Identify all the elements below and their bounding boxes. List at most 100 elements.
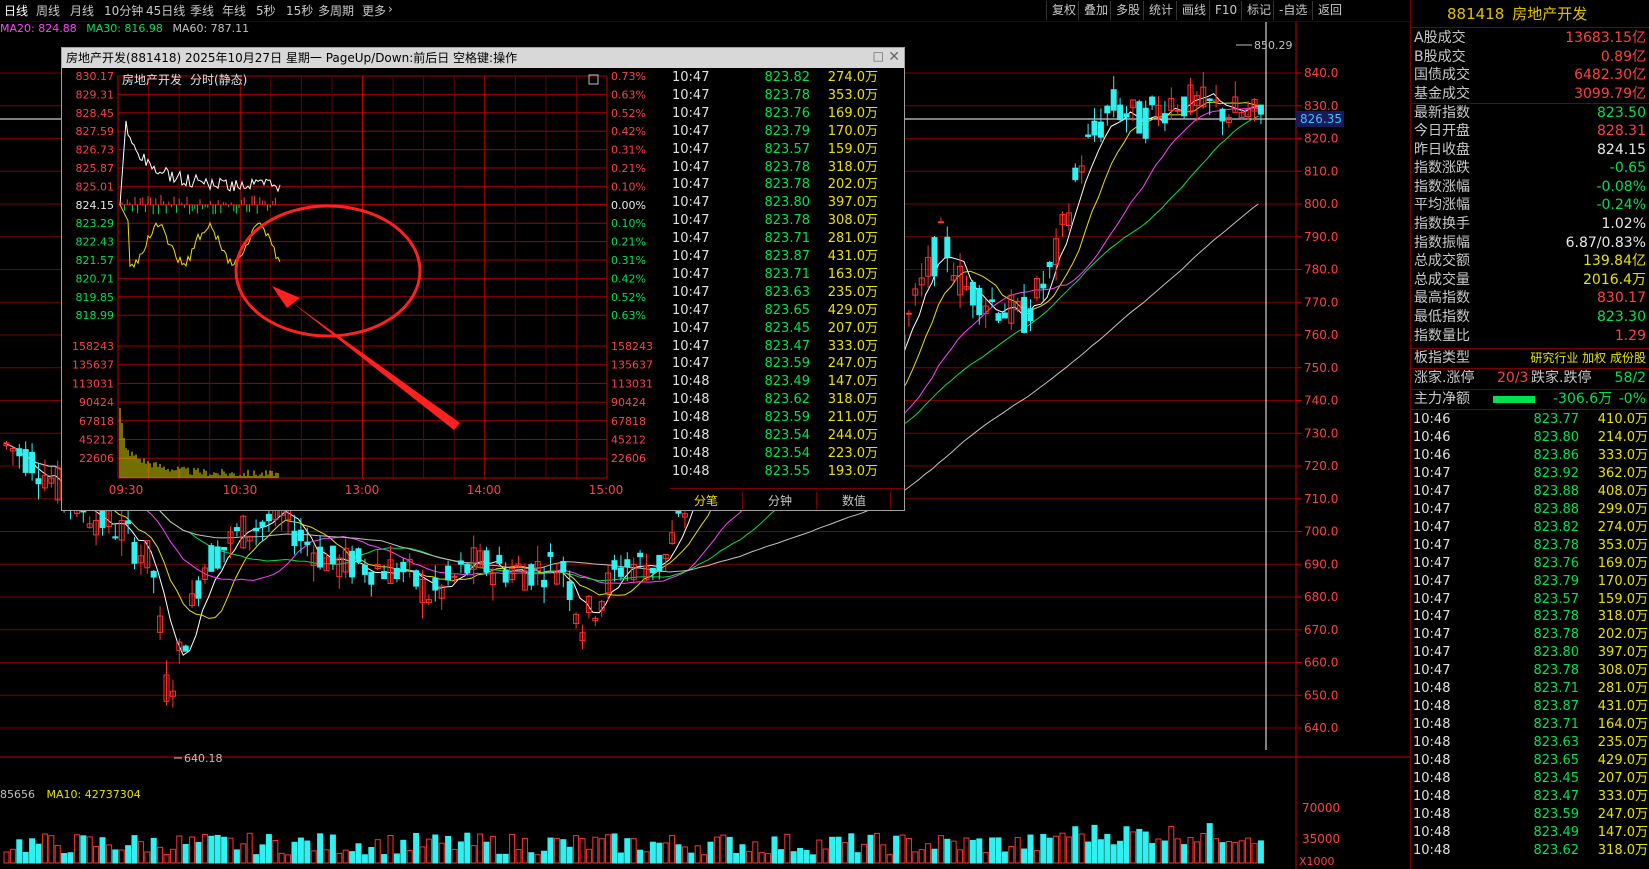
candle[interactable] <box>221 546 228 551</box>
period-tab-9[interactable]: 多周期 <box>318 2 354 19</box>
candle[interactable] <box>1219 108 1226 122</box>
candle[interactable] <box>317 546 324 568</box>
toolbar-button-5[interactable]: F10 <box>1209 1 1242 20</box>
candle[interactable] <box>457 560 464 565</box>
candle[interactable] <box>355 548 362 563</box>
candle[interactable] <box>1021 296 1028 333</box>
period-tab-8[interactable]: 15秒 <box>286 2 313 19</box>
toolbar-button-6[interactable]: 标记 <box>1241 1 1276 20</box>
candle[interactable] <box>1001 312 1008 319</box>
candle[interactable] <box>432 577 439 591</box>
candle[interactable] <box>1142 107 1149 139</box>
candle[interactable] <box>541 579 548 588</box>
period-tab-7[interactable]: 5秒 <box>256 2 276 19</box>
period-tab-0[interactable]: 日线 <box>4 2 28 19</box>
toolbar-button-2[interactable]: 多股 <box>1110 1 1145 20</box>
maximize-icon[interactable]: □ <box>873 49 884 63</box>
candle[interactable] <box>214 546 221 569</box>
candle[interactable] <box>131 541 138 564</box>
candle[interactable] <box>931 237 938 277</box>
candle[interactable] <box>233 527 240 532</box>
candle[interactable] <box>617 567 624 577</box>
chevron-right-icon[interactable]: › <box>388 2 393 16</box>
candle[interactable] <box>1174 109 1181 112</box>
candle[interactable] <box>445 565 452 581</box>
toolbar-button-4[interactable]: 画线 <box>1176 1 1211 20</box>
candle[interactable] <box>451 575 458 578</box>
candle[interactable] <box>112 536 119 539</box>
candle[interactable] <box>1097 121 1104 138</box>
candle[interactable] <box>400 561 407 573</box>
popup-tab-0[interactable]: 分笔 <box>670 492 743 509</box>
candle[interactable] <box>502 569 509 583</box>
candle[interactable] <box>297 529 304 541</box>
candle[interactable] <box>1123 113 1130 118</box>
candle[interactable] <box>937 221 944 224</box>
candle[interactable] <box>656 554 663 572</box>
candle[interactable] <box>989 299 996 302</box>
candle[interactable] <box>1149 96 1156 106</box>
candle[interactable] <box>1161 113 1168 124</box>
close-icon[interactable]: ✕ <box>888 49 900 65</box>
toolbar-button-7[interactable]: -自选 <box>1273 1 1312 20</box>
candle[interactable] <box>649 567 656 574</box>
candle[interactable] <box>1181 96 1188 117</box>
candle[interactable] <box>624 559 631 568</box>
candle[interactable] <box>944 236 951 258</box>
candle[interactable] <box>349 550 356 578</box>
candle[interactable] <box>566 581 573 600</box>
candle[interactable] <box>547 552 554 557</box>
candle[interactable] <box>528 564 535 586</box>
candle[interactable] <box>1085 134 1092 137</box>
toolbar-button-8[interactable]: 返回 <box>1312 1 1347 20</box>
period-tab-10[interactable]: 更多 <box>362 2 386 19</box>
period-tab-5[interactable]: 季线 <box>190 2 214 19</box>
candle[interactable] <box>1046 261 1053 268</box>
period-tab-3[interactable]: 10分钟 <box>104 2 143 19</box>
candle[interactable] <box>1117 104 1124 121</box>
candle[interactable] <box>381 571 388 580</box>
candle[interactable] <box>29 451 36 474</box>
toolbar-button-1[interactable]: 叠加 <box>1078 1 1113 20</box>
candle[interactable] <box>329 545 336 565</box>
intraday-chart[interactable]: 830.17 0.73% 829.31 0.63% 828.45 0.52% 827.59 0… <box>62 68 670 508</box>
candle[interactable] <box>291 530 298 547</box>
candle[interactable] <box>195 580 202 599</box>
candle[interactable] <box>35 478 42 485</box>
candle[interactable] <box>393 567 400 580</box>
candle[interactable] <box>265 513 272 522</box>
period-tab-4[interactable]: 45日线 <box>146 2 185 19</box>
candle[interactable] <box>995 313 1002 321</box>
candle[interactable] <box>637 552 644 558</box>
candle[interactable] <box>1091 120 1098 136</box>
candle[interactable] <box>496 554 503 564</box>
period-tab-6[interactable]: 年线 <box>222 2 246 19</box>
candle[interactable] <box>1072 167 1079 181</box>
candle[interactable] <box>464 563 471 574</box>
candle[interactable] <box>1136 101 1143 134</box>
period-tab-1[interactable]: 周线 <box>36 2 60 19</box>
candle[interactable] <box>253 527 260 532</box>
candle[interactable] <box>368 571 375 585</box>
intraday-popup-window[interactable]: 房地产开发(881418) 2025年10月27日 星期一 PageUp/Dow… <box>61 47 905 511</box>
candle[interactable] <box>413 570 420 587</box>
candle[interactable] <box>1104 105 1111 114</box>
candle[interactable] <box>182 645 189 652</box>
industry-links[interactable]: 研究行业 加权 成份股 <box>1530 349 1646 368</box>
candle[interactable] <box>1040 283 1047 289</box>
candle[interactable] <box>16 448 23 457</box>
candle[interactable] <box>905 312 912 315</box>
candle[interactable] <box>560 560 567 573</box>
candle[interactable] <box>611 560 618 570</box>
candle[interactable] <box>22 449 29 473</box>
popup-title-bar[interactable]: 房地产开发(881418) 2025年10月27日 星期一 PageUp/Dow… <box>62 48 904 68</box>
candle[interactable] <box>1027 308 1034 322</box>
candle[interactable] <box>361 564 368 575</box>
candle[interactable] <box>969 281 976 306</box>
candle[interactable] <box>150 570 157 578</box>
candle[interactable] <box>304 541 311 545</box>
candle[interactable] <box>259 521 266 527</box>
popup-tab-2[interactable]: 数值 <box>818 492 891 509</box>
candle[interactable] <box>125 520 132 524</box>
candle[interactable] <box>1206 98 1213 101</box>
